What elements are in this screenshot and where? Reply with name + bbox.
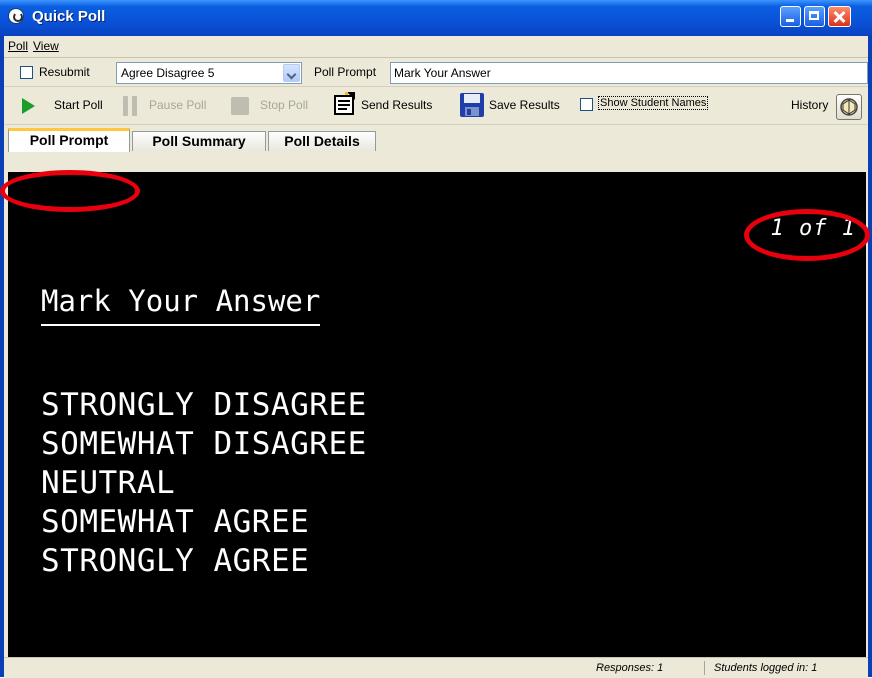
responses-count: Responses: 1 xyxy=(596,662,664,674)
page-indicator: 1 of 1 xyxy=(770,216,856,241)
send-results-button[interactable]: Send Results xyxy=(361,98,432,112)
resubmit-label: Resubmit xyxy=(39,65,90,79)
prompt-title: Mark Your Answer xyxy=(41,284,321,326)
tab-poll-details[interactable]: Poll Details xyxy=(268,131,376,151)
poll-type-value: Agree Disagree 5 xyxy=(121,66,215,80)
answer-choice: SOMEWHAT DISAGREE xyxy=(41,426,367,462)
send-results-icon[interactable] xyxy=(333,92,357,116)
quick-poll-window: Quick Poll Poll View Resubmit Agree Disa… xyxy=(0,0,872,678)
students-logged-in: Students logged in: 1 xyxy=(714,662,818,674)
menu-bar: Poll View xyxy=(4,36,868,58)
answer-choice: SOMEWHAT AGREE xyxy=(41,504,310,540)
save-results-button[interactable]: Save Results xyxy=(489,98,560,112)
poll-prompt-panel: 1 of 1 Mark Your Answer STRONGLY DISAGRE… xyxy=(8,172,866,657)
pause-icon xyxy=(123,96,137,116)
app-icon xyxy=(8,8,24,24)
poll-settings-row: Resubmit Agree Disagree 5 Poll Prompt Ma… xyxy=(4,58,868,87)
show-student-names-checkbox[interactable] xyxy=(580,98,593,111)
start-poll-button[interactable]: Start Poll xyxy=(54,98,103,112)
stop-icon xyxy=(231,97,249,115)
resubmit-checkbox[interactable] xyxy=(20,66,33,79)
minimize-button[interactable] xyxy=(780,6,801,27)
menu-view[interactable]: View xyxy=(33,39,59,53)
history-icon xyxy=(840,98,858,116)
close-button[interactable] xyxy=(828,6,851,27)
maximize-button[interactable] xyxy=(804,6,825,27)
tab-strip: Poll Prompt Poll Summary Poll Details xyxy=(4,125,868,152)
play-icon[interactable] xyxy=(22,98,35,114)
answer-choice: STRONGLY AGREE xyxy=(41,543,310,579)
title-bar[interactable]: Quick Poll xyxy=(0,0,872,36)
chevron-down-icon[interactable] xyxy=(283,64,300,82)
answer-choice: NEUTRAL xyxy=(41,465,176,501)
window-frame-right xyxy=(868,36,872,677)
history-button[interactable] xyxy=(836,94,862,120)
tab-poll-summary[interactable]: Poll Summary xyxy=(132,131,266,151)
answer-choices-list: STRONGLY DISAGREE SOMEWHAT DISAGREE NEUT… xyxy=(41,386,367,581)
poll-prompt-label: Poll Prompt xyxy=(314,65,377,79)
poll-prompt-input[interactable]: Mark Your Answer xyxy=(390,62,868,84)
poll-type-select[interactable]: Agree Disagree 5 xyxy=(116,62,302,84)
stop-poll-button[interactable]: Stop Poll xyxy=(260,98,308,112)
status-divider xyxy=(704,661,705,675)
menu-poll[interactable]: Poll xyxy=(8,39,28,53)
answer-choice: STRONGLY DISAGREE xyxy=(41,387,367,423)
tab-poll-prompt[interactable]: Poll Prompt xyxy=(8,128,130,152)
show-student-names-label[interactable]: Show Student Names xyxy=(598,96,709,110)
window-title: Quick Poll xyxy=(32,8,106,25)
floppy-disk-icon[interactable] xyxy=(459,92,485,118)
status-bar: Responses: 1 Students logged in: 1 xyxy=(4,657,868,678)
toolbar: Start Poll Pause Poll Stop Poll Send Res… xyxy=(4,88,868,125)
pause-poll-button[interactable]: Pause Poll xyxy=(149,98,206,112)
history-label: History xyxy=(791,98,829,112)
